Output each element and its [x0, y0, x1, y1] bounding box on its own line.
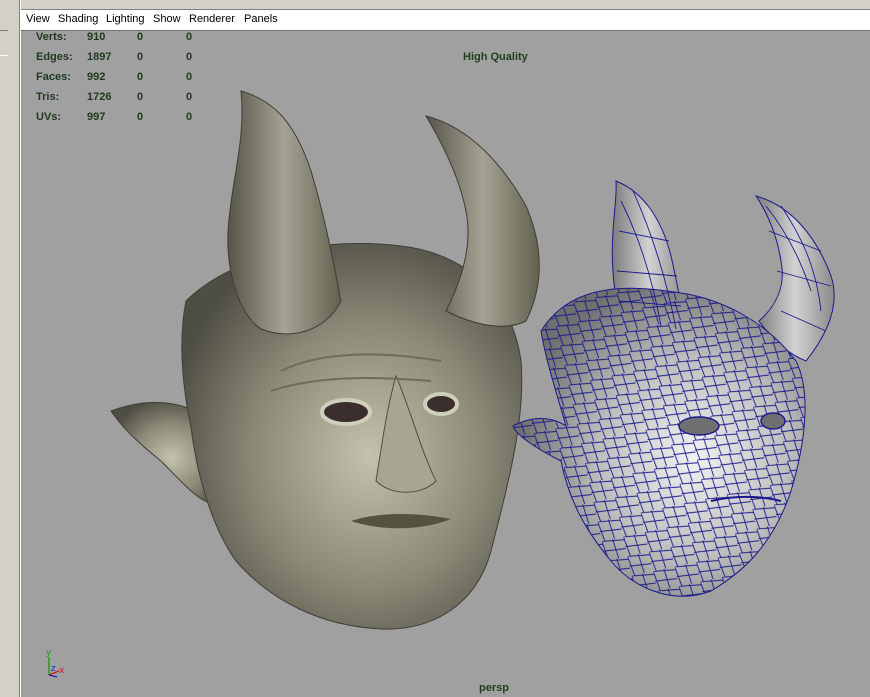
menu-view[interactable]: View — [26, 13, 50, 25]
axis-z-label: z — [51, 664, 56, 674]
camera-label: persp — [479, 682, 509, 694]
menu-panels[interactable]: Panels — [244, 13, 278, 25]
left-toolbar-strip — [0, 0, 20, 697]
smooth-left-horn — [227, 90, 342, 335]
scene-canvas: y z x — [46, 90, 835, 678]
axis-y-label: y — [46, 648, 52, 658]
panel-top-separator — [21, 0, 870, 10]
wireframe-devil-head-model[interactable] — [501, 180, 835, 611]
mesh-left-eye — [678, 416, 720, 436]
smooth-left-eye — [320, 398, 372, 426]
panel-menubar: View Shading Lighting Show Renderer Pane… — [21, 10, 870, 31]
viewport-panel: View Shading Lighting Show Renderer Pane… — [20, 0, 870, 697]
menu-show[interactable]: Show — [153, 13, 181, 25]
3d-viewport[interactable]: Verts: 910 0 0 Edges: 1897 0 0 Faces: 99… — [21, 31, 870, 697]
mesh-right-eye — [760, 412, 786, 430]
smooth-right-eye — [423, 392, 459, 416]
toolbar-notch — [0, 30, 8, 56]
axis-x-label: x — [59, 666, 65, 676]
axis-gizmo: y z x — [46, 648, 65, 678]
menu-renderer[interactable]: Renderer — [189, 13, 235, 25]
menu-lighting[interactable]: Lighting — [106, 13, 145, 25]
menu-shading[interactable]: Shading — [58, 13, 98, 25]
smooth-devil-head-model[interactable] — [110, 90, 540, 630]
